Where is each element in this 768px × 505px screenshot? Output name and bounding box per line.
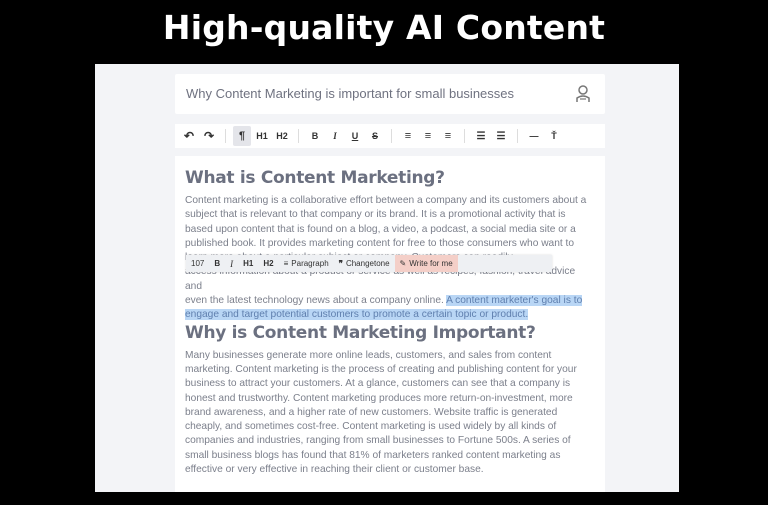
bullet-list-icon[interactable]: ☰	[472, 126, 490, 146]
toolbar-divider	[464, 129, 465, 143]
paragraph-line: marketing. Content marketing is the proc…	[185, 363, 577, 375]
heading2-button[interactable]: H2	[258, 255, 278, 272]
paragraph-line: brand awareness, and a higher rate of ne…	[185, 406, 558, 418]
paragraph-label: Paragraph	[291, 259, 329, 268]
heading-why-is-content-marketing-important[interactable]: Why is Content Marketing Important?	[185, 323, 593, 343]
paragraph-line: honest and trustworthy. Content marketin…	[185, 392, 573, 404]
paragraph-line: cheaply, and sometimes cost-free. Conten…	[185, 421, 557, 433]
write-for-me-button[interactable]: ✎ Write for me	[394, 255, 458, 272]
formatting-toolbar: ↶ ↷ ¶ H1 H2 B I U S ≡ ≡ ≡ ☰ ☰ — Ť	[175, 124, 605, 148]
redo-icon[interactable]: ↷	[200, 126, 218, 146]
paragraph-line: subject that is relevant to that company…	[185, 209, 566, 221]
paragraph-2[interactable]: Many businesses generate more online lea…	[185, 349, 593, 478]
align-right-icon[interactable]: ≡	[439, 126, 457, 146]
paragraph-line: companies and industries, ranging from s…	[185, 435, 571, 447]
undo-icon[interactable]: ↶	[180, 126, 198, 146]
heading-what-is-content-marketing[interactable]: What is Content Marketing?	[185, 168, 593, 188]
bold-button[interactable]: B	[209, 255, 225, 272]
horizontal-rule-icon[interactable]: —	[525, 126, 543, 146]
italic-button[interactable]: I	[326, 126, 344, 146]
underline-button[interactable]: U	[346, 126, 364, 146]
paragraph-line: business to attract your customers. At a…	[185, 378, 571, 390]
toolbar-divider	[391, 129, 392, 143]
paragraph-line: effective or very effective in reaching …	[185, 464, 484, 476]
quote-icon: ❞	[338, 259, 343, 268]
selection-toolbar: 107 B I H1 H2 ≡ Paragraph ❞ Changetone ✎ Wr…	[186, 255, 552, 272]
changetone-button[interactable]: ❞ Changetone	[334, 255, 395, 272]
clear-format-icon[interactable]: Ť	[545, 126, 563, 146]
document-title-bar[interactable]: Why Content Marketing is important for s…	[175, 74, 605, 114]
editor-app: Why Content Marketing is important for s…	[95, 64, 679, 492]
selected-text[interactable]: A content marketer's goal is to	[446, 295, 583, 307]
italic-button[interactable]: I	[225, 255, 238, 272]
paragraph-line: based upon content that is found on a bl…	[185, 223, 576, 235]
paragraph-line: published book. It provides marketing co…	[185, 237, 575, 249]
document-body[interactable]: What is Content Marketing? Content marke…	[175, 156, 605, 492]
align-left-icon[interactable]: ≡	[399, 126, 417, 146]
paragraph-line: Content marketing is a collaborative eff…	[185, 195, 587, 206]
toolbar-divider	[298, 129, 299, 143]
banner-title: High-quality AI Content	[162, 8, 606, 47]
heading2-button[interactable]: H2	[273, 126, 291, 146]
paragraph-line: engage and target potential customers to…	[185, 308, 593, 322]
write-for-me-label: Write for me	[409, 259, 453, 268]
changetone-label: Changetone	[345, 259, 390, 268]
paragraph-text: even the latest technology news about a …	[185, 295, 447, 307]
bold-button[interactable]: B	[306, 126, 324, 146]
strikethrough-button[interactable]: S	[366, 126, 384, 146]
pen-icon: ✎	[399, 259, 407, 268]
paragraph-line: Many businesses generate more online lea…	[185, 349, 552, 361]
align-center-icon[interactable]: ≡	[419, 126, 437, 146]
paragraph-dropdown[interactable]: ≡ Paragraph	[279, 255, 334, 272]
toolbar-divider	[517, 129, 518, 143]
selected-text[interactable]: engage and target potential customers to…	[185, 309, 529, 321]
user-icon[interactable]	[575, 85, 591, 103]
ordered-list-icon[interactable]: ☰	[492, 126, 510, 146]
paragraph-line: small business blogs has found that 81% …	[185, 449, 561, 461]
heading1-button[interactable]: H1	[238, 255, 258, 272]
toolbar-divider	[225, 129, 226, 143]
word-count: 107	[191, 259, 205, 268]
document-title[interactable]: Why Content Marketing is important for s…	[186, 86, 514, 101]
paragraph-icon: ≡	[283, 259, 289, 268]
paragraph-button[interactable]: ¶	[233, 126, 251, 146]
paragraph-line: even the latest technology news about a …	[185, 294, 593, 308]
heading1-button[interactable]: H1	[253, 126, 271, 146]
